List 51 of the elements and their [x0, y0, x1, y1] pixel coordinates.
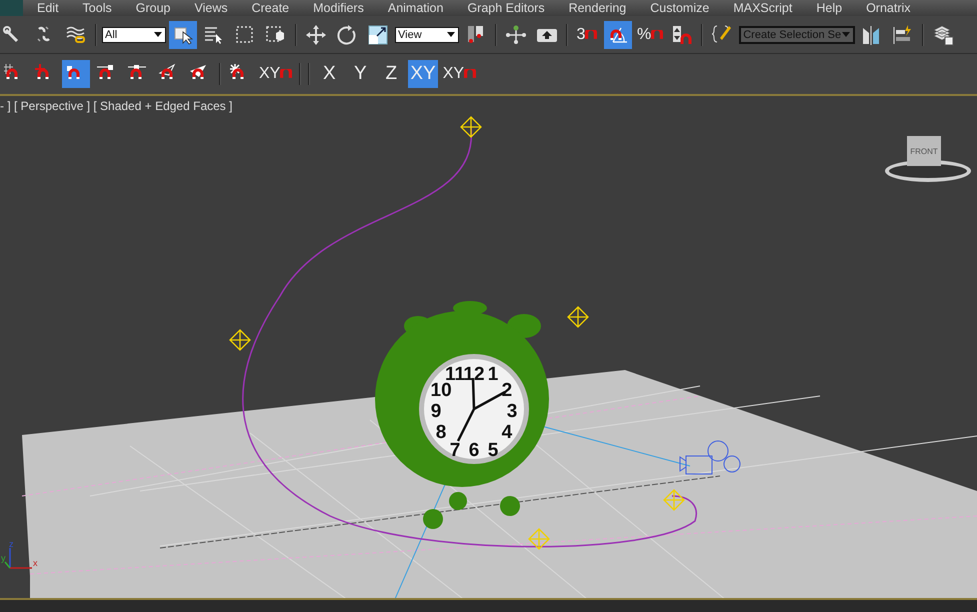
menu-item[interactable]: Tools — [82, 1, 125, 15]
menu-item[interactable]: Group — [136, 1, 184, 15]
dropdown[interactable]: All — [102, 26, 166, 42]
toolbar-button[interactable] — [604, 20, 632, 48]
viewport-label[interactable]: - ] [ Perspective ] [ Shaded + Edged Faces ] — [0, 99, 232, 113]
axis-constraint-button[interactable]: X — [315, 60, 344, 88]
menu-item[interactable]: Edit — [37, 1, 72, 15]
helper-diamond-icon[interactable] — [663, 489, 685, 511]
menu-item[interactable]: Animation — [388, 1, 456, 15]
rectangle-select-icon — [234, 24, 256, 46]
spinner-snap-icon — [671, 24, 694, 46]
menu-item[interactable]: Modifiers — [313, 1, 377, 15]
rotate-icon — [336, 24, 358, 46]
menu-item[interactable]: Graph Editors — [467, 1, 558, 15]
braces-pencil-icon — [711, 24, 734, 46]
snap-toggle-button[interactable]: XY — [257, 60, 294, 88]
axis-label: y — [1, 553, 6, 563]
menu-item[interactable]: Help — [816, 1, 856, 15]
magnet-icon — [280, 69, 292, 79]
caret-icon — [154, 32, 162, 37]
move-icon — [305, 24, 327, 46]
caret-icon — [842, 32, 850, 37]
menu-item[interactable]: Customize — [650, 1, 722, 15]
axis-label: x — [33, 558, 38, 568]
helper-diamond-icon[interactable] — [460, 116, 482, 138]
menu-item[interactable]: Ornatrix — [866, 1, 924, 15]
snap-toggle-button[interactable]: 3 — [573, 20, 601, 48]
view-cube[interactable]: FRONT — [883, 134, 973, 186]
axis-constraint-button[interactable]: Y — [346, 60, 374, 88]
snap-toggle-button[interactable]: % — [635, 20, 666, 48]
layers-icon — [932, 24, 954, 46]
camera-drawing[interactable] — [680, 440, 740, 474]
dropdown[interactable]: View — [395, 26, 459, 42]
helper-diamond-icon[interactable] — [567, 306, 589, 328]
caret-icon — [447, 32, 455, 37]
axis-constraint-button[interactable]: Z — [377, 60, 406, 88]
pivot-icon — [505, 24, 527, 46]
menu-item[interactable]: Rendering — [568, 1, 640, 15]
magnet-icon — [585, 30, 598, 40]
toolbar-button[interactable] — [169, 20, 197, 48]
helper-diamond-icon[interactable] — [528, 528, 550, 550]
menu-item[interactable]: MAXScript — [733, 1, 806, 15]
axis-label: z — [9, 539, 14, 549]
menu-item[interactable]: Create — [252, 1, 302, 15]
magnet-icon — [651, 30, 664, 40]
menu-item[interactable]: Views — [194, 1, 241, 15]
helper-diamond-icon[interactable] — [229, 329, 251, 351]
magnet-icon — [464, 69, 476, 79]
snap-toggle-button[interactable]: XY — [440, 60, 478, 88]
axis-constraint-button[interactable]: XY — [408, 60, 438, 88]
scale-icon — [367, 24, 389, 46]
